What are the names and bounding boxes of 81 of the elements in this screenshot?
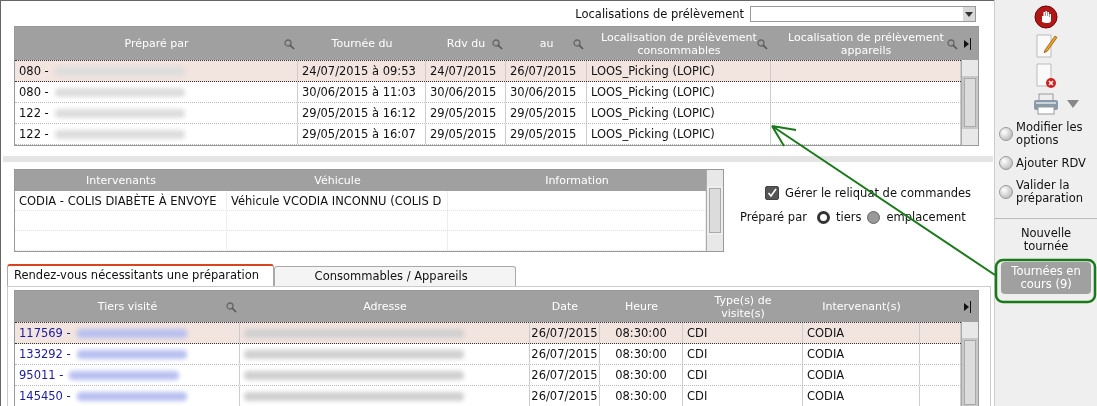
table-cell: CODIA xyxy=(807,326,845,340)
action-label[interactable]: Modifier les options xyxy=(1016,121,1097,147)
table-cell: 26/07/2015 xyxy=(531,389,598,403)
delete-document-icon[interactable] xyxy=(1034,63,1059,89)
action-button[interactable] xyxy=(999,156,1014,170)
table-cell: 08:30:00 xyxy=(615,389,667,403)
location-dropdown[interactable] xyxy=(750,6,977,22)
table-cell: 26/07/2015 xyxy=(510,64,577,78)
table-row[interactable]: 122 - 29/05/2015 à 16:12 29/05/2015 29/05/2015 LOOS_Picking (LOPIC) xyxy=(15,103,961,124)
table-cell: 29/05/2015 xyxy=(510,127,577,141)
radio-label: tiers xyxy=(835,210,862,224)
table-cell: LOOS_Picking (LOPIC) xyxy=(591,64,715,78)
table-cell: Véhicule VCODIA INCONNU (COLIS D xyxy=(231,193,442,208)
action-label[interactable]: Ajouter RDV xyxy=(1016,156,1086,170)
radio-group-label: Préparé par xyxy=(740,210,807,224)
client-link[interactable]: 95011 - xyxy=(19,368,64,382)
table-cell: 24/07/2015 xyxy=(430,64,497,78)
action-button[interactable] xyxy=(999,127,1014,141)
scroll-right-icon[interactable] xyxy=(963,37,971,50)
scrollbar[interactable] xyxy=(961,322,978,406)
search-icon[interactable] xyxy=(284,38,295,50)
dropdown-arrow-icon[interactable] xyxy=(1067,100,1080,108)
table-cell: CODIA xyxy=(807,347,845,361)
table-cell: 122 - xyxy=(19,127,49,141)
radio-button[interactable] xyxy=(816,210,830,224)
table-row[interactable]: 117569 - 26/07/2015 08:30:00 CDI CODIA xyxy=(15,322,961,344)
table-row[interactable]: 95011 - 26/07/2015 08:30:00 CDI CODIA xyxy=(15,365,961,386)
client-link[interactable]: 133292 - xyxy=(19,347,71,361)
tab[interactable]: Rendez-vous nécessitants une préparation xyxy=(7,264,275,286)
table-row[interactable]: 122 - 29/05/2015 à 16:07 29/05/2015 29/05/2015 LOOS_Picking (LOPIC) xyxy=(15,124,961,145)
client-link[interactable]: 117569 - xyxy=(19,326,71,340)
search-icon[interactable] xyxy=(757,38,768,50)
table-cell: 30/06/2015 xyxy=(430,85,497,99)
table-cell: 24/07/2015 à 09:53 xyxy=(302,64,416,78)
table-cell: CODIA - COLIS DIABÈTE À ENVOYE xyxy=(19,193,217,208)
printer-icon[interactable] xyxy=(1033,93,1060,115)
tab[interactable]: Consommables / Appareils xyxy=(274,266,517,286)
search-icon[interactable] xyxy=(573,38,584,50)
table-cell: 29/05/2015 à 16:07 xyxy=(302,127,416,141)
action-button[interactable] xyxy=(999,185,1014,199)
table-cell: CODIA xyxy=(807,368,845,382)
table-cell: LOOS_Picking (LOPIC) xyxy=(591,106,715,120)
table-cell: LOOS_Picking (LOPIC) xyxy=(591,127,715,141)
table-row[interactable]: 133292 - 26/07/2015 08:30:00 CDI CODIA xyxy=(15,344,961,365)
table-cell: 30/06/2015 xyxy=(510,85,577,99)
table-cell: 29/05/2015 xyxy=(430,127,497,141)
table-cell: CDI xyxy=(687,368,708,382)
search-icon[interactable] xyxy=(492,38,503,50)
scrollbar[interactable] xyxy=(706,170,723,251)
filter-label: Localisations de prélèvement xyxy=(575,7,745,21)
table-cell: 080 - xyxy=(19,64,49,78)
table-cell: 26/07/2015 xyxy=(531,368,598,382)
radio-button[interactable] xyxy=(867,210,881,224)
scroll-right-icon[interactable] xyxy=(963,300,971,313)
table-cell: 122 - xyxy=(19,106,49,120)
table-row[interactable]: 080 - 30/06/2015 à 11:03 30/06/2015 30/06/2015 LOOS_Picking (LOPIC) xyxy=(15,82,961,103)
section-tab[interactable]: Nouvelle tournée xyxy=(1001,225,1092,255)
table-cell: 08:30:00 xyxy=(615,326,667,340)
table-cell: 29/05/2015 xyxy=(510,106,577,120)
table-cell: CDI xyxy=(687,347,708,361)
stop-hand-icon[interactable] xyxy=(1034,5,1059,29)
table-cell: CDI xyxy=(687,326,708,340)
table-cell: CDI xyxy=(687,389,708,403)
client-link[interactable]: 145450 - xyxy=(19,389,71,403)
table-cell: 29/05/2015 à 16:12 xyxy=(302,106,416,120)
table-cell: 08:30:00 xyxy=(615,347,667,361)
table-cell: 080 - xyxy=(19,85,49,99)
table-cell: 30/06/2015 à 11:03 xyxy=(302,85,416,99)
scrollbar[interactable] xyxy=(961,60,978,145)
table-cell: CODIA xyxy=(807,389,845,403)
checkbox[interactable] xyxy=(765,186,779,200)
table-cell: 29/05/2015 xyxy=(430,106,497,120)
table-row[interactable]: 080 - 24/07/2015 à 09:53 24/07/2015 26/07/2015 LOOS_Picking (LOPIC) xyxy=(15,60,961,82)
search-icon[interactable] xyxy=(226,301,237,313)
table-cell: LOOS_Picking (LOPIC) xyxy=(591,85,715,99)
table-row[interactable]: 145450 - 26/07/2015 08:30:00 CDI CODIA xyxy=(15,386,961,406)
table-cell: 26/07/2015 xyxy=(531,326,598,340)
table-cell: 26/07/2015 xyxy=(531,347,598,361)
table-cell: 08:30:00 xyxy=(615,368,667,382)
action-label[interactable]: Valider la préparation xyxy=(1016,179,1097,205)
search-icon[interactable] xyxy=(947,38,958,50)
